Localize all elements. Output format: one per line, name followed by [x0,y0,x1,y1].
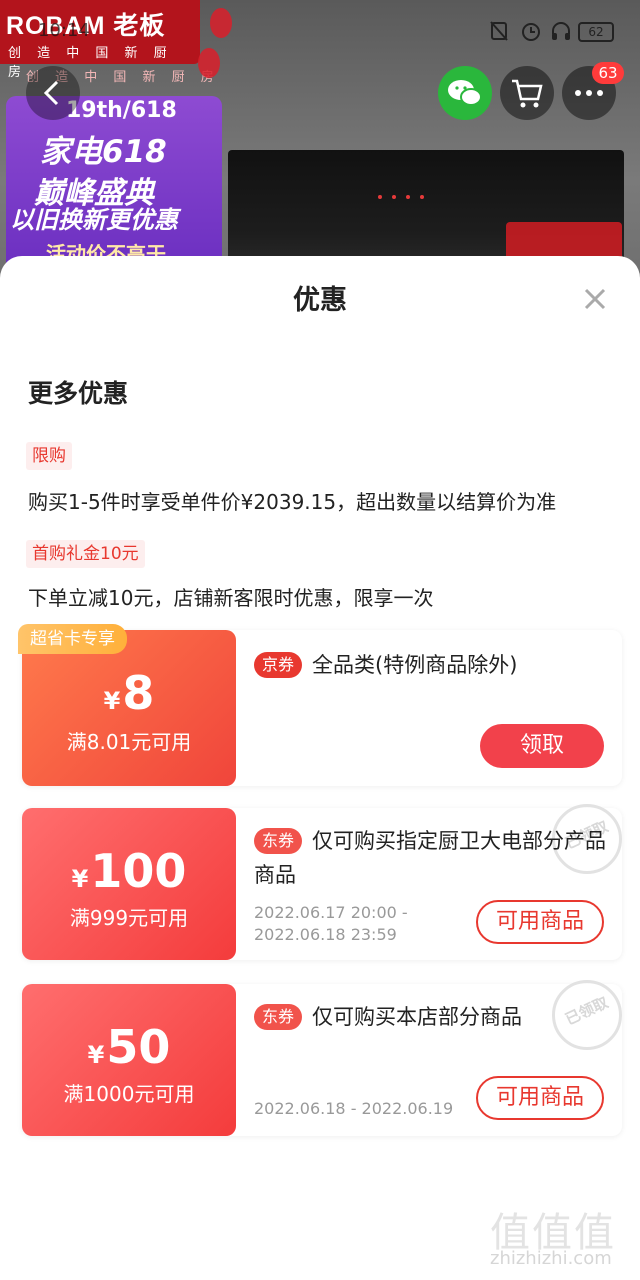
currency-symbol: ¥ [87,1041,105,1069]
vip-ribbon: 超省卡专享 [18,624,127,654]
battery-icon: 62 [578,22,614,42]
coupon-condition: 满999元可用 [69,906,189,930]
status-time: 10:14 [38,20,90,41]
promo-tag: 首购礼金10元 [26,540,145,568]
mute-icon [488,20,510,42]
sheet-title: 优惠 [293,285,347,316]
promo-line: 家电618 [40,134,167,170]
coupon-title: 仅可购买指定厨卫大电部分产品商品 [254,829,606,887]
coupon-type-badge: 京券 [254,652,303,678]
coupon-amount-value: 8 [122,666,155,720]
coupon-date-range: 2022.06.18 - 2022.06.19 [254,1099,454,1118]
promo-description: 购买1-5件时享受单件价¥2039.15，超出数量以结算价为准 [28,490,557,514]
coupon-sheet: 优惠 更多优惠 限购 购买1-5件时享受单件价¥2039.15，超出数量以结算价… [0,256,640,1280]
coupon-amount: ¥100 [22,844,236,898]
coupon-date-end: 2022.06.18 23:59 [254,925,397,944]
coupon-date-start: 2022.06.17 20:00 - [254,903,408,922]
back-icon [43,80,59,106]
close-button[interactable] [580,284,610,314]
status-bar: 10:14 62 [0,0,640,60]
cart-count-badge: 63 [592,62,624,84]
wechat-icon [448,80,482,106]
currency-symbol: ¥ [103,687,121,715]
coupon-card: ¥50 满1000元可用 已领取 东券 仅可购买本店部分商品 2022.06.1… [22,980,622,1136]
coupon-condition: 满1000元可用 [63,1082,195,1106]
coupon-card: ¥8 满8.01元可用 超省卡专享 京券 全品类(特例商品除外) 领取 [18,624,622,786]
coupon-amount: ¥50 [22,1020,236,1074]
coupon-type-badge: 东券 [254,1004,303,1030]
headset-icon [550,20,572,42]
site-watermark: 值值值 zhizhizhi.com [490,1200,630,1270]
coupon-amount-value: 100 [90,844,187,898]
coupon-title: 仅可购买本店部分商品 [312,1005,522,1029]
more-icon [575,90,608,96]
coupon-value-panel: ¥50 满1000元可用 [22,984,236,1136]
promo-banner: 19th/618 家电618 巅峰盛典 以旧换新更优惠 活动价不高于 [6,96,222,276]
coupon-amount: ¥8 [22,666,236,720]
coupon-amount-value: 50 [106,1020,171,1074]
promo-line: 19th/618 [66,98,177,123]
alarm-icon [520,20,542,42]
coupon-card: ¥100 满999元可用 已领取 东券 仅可购买指定厨卫大电部分产品商品 202… [22,804,622,960]
promo-line: 以旧换新更优惠 [10,206,178,234]
claim-button[interactable]: 领取 [480,724,604,768]
watermark-url: zhizhizhi.com [490,1248,612,1269]
eligible-products-button[interactable]: 可用商品 [476,900,604,944]
wechat-share-button[interactable] [438,66,492,120]
promo-description: 下单立减10元，店铺新客限时优惠，限享一次 [28,586,434,610]
section-title: 更多优惠 [28,379,129,408]
cart-icon [512,79,543,108]
eligible-products-button[interactable]: 可用商品 [476,1076,604,1120]
cart-button[interactable] [500,66,554,120]
currency-symbol: ¥ [71,865,89,893]
coupon-condition: 满8.01元可用 [66,730,192,754]
coupon-title: 全品类(特例商品除外) [312,653,518,677]
coupon-value-panel: ¥100 满999元可用 [22,808,236,960]
back-button[interactable] [26,66,80,120]
close-icon [584,288,606,310]
promo-tag: 限购 [26,442,72,470]
